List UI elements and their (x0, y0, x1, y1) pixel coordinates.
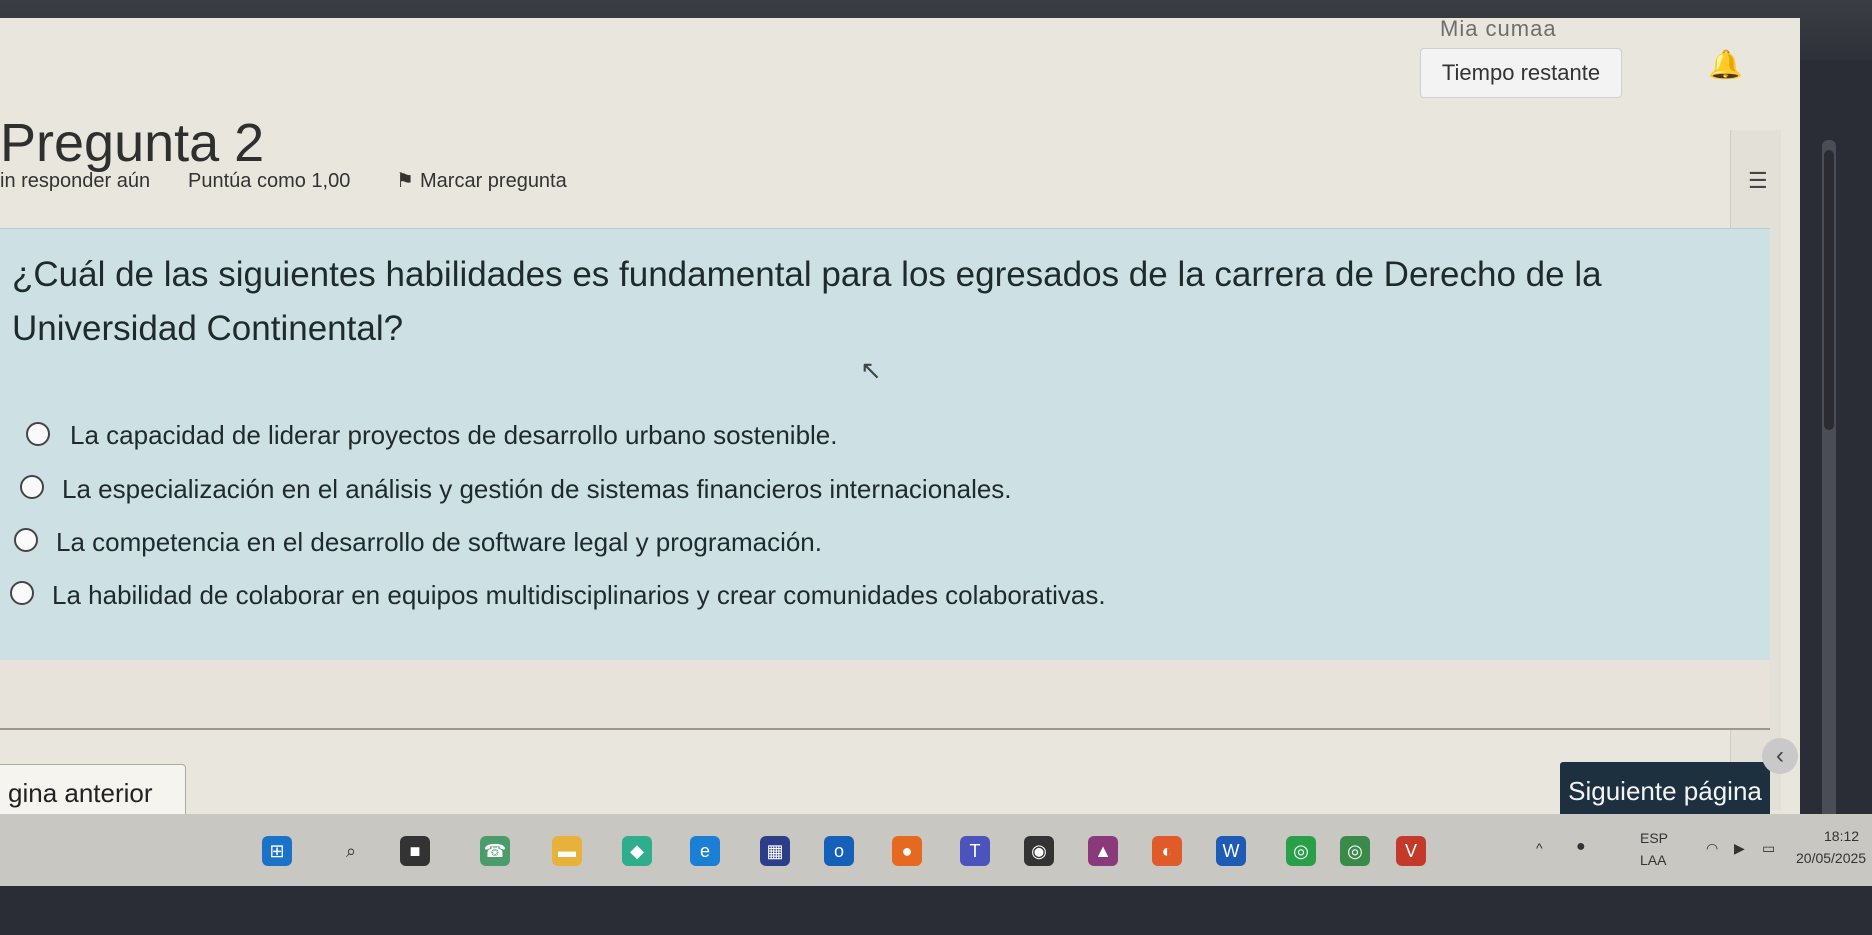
question-status: in responder aún (0, 170, 151, 192)
store-icon[interactable]: ▦ (760, 836, 790, 866)
search-icon[interactable]: ⌕ (336, 836, 366, 866)
clock-date[interactable]: 20/05/2025 (1796, 850, 1866, 866)
question-title: Pregunta 2 (0, 113, 265, 173)
app-icon-4[interactable]: V (1396, 836, 1426, 866)
volume-icon[interactable]: ▶ (1734, 840, 1745, 857)
flag-question-link[interactable]: Marcar pregunta (420, 170, 567, 193)
task-view-icon[interactable]: ■ (400, 836, 430, 866)
whatsapp-icon[interactable]: ☎ (480, 836, 510, 866)
clock-time[interactable]: 18:12 (1824, 828, 1859, 844)
scrollbar-thumb[interactable] (1824, 150, 1834, 430)
battery-icon[interactable]: ▭ (1762, 840, 1775, 857)
app-icon[interactable]: ◉ (1024, 836, 1054, 866)
option-radio-d[interactable] (10, 581, 34, 605)
flag-icon[interactable]: ⚑ (396, 168, 414, 193)
next-page-button[interactable]: Siguiente página (1560, 762, 1770, 820)
outlook-icon[interactable]: o (824, 836, 854, 866)
option-label-c[interactable]: La competencia en el desarrollo de softw… (56, 527, 822, 558)
chrome-icon-2[interactable]: ◎ (1340, 836, 1370, 866)
option-label-d[interactable]: La habilidad de colaborar en equipos mul… (52, 580, 1106, 611)
chrome-icon[interactable]: ◎ (1286, 836, 1316, 866)
option-radio-c[interactable] (14, 528, 38, 552)
network-app-icon[interactable]: ● (1576, 838, 1586, 856)
question-text: ¿Cuál de las siguientes habilidades es f… (12, 255, 1602, 348)
language-top[interactable]: ESP (1640, 830, 1668, 846)
chevron-left-icon[interactable]: ‹ (1762, 738, 1798, 774)
option-label-a[interactable]: La capacidad de liderar proyectos de des… (70, 420, 837, 451)
app-icon-3[interactable]: ◐ (1152, 836, 1182, 866)
option-radio-b[interactable] (20, 475, 44, 499)
windows-start-icon[interactable]: ⊞ (262, 836, 292, 866)
question-points: Puntúa como 1,00 (188, 170, 351, 192)
bell-icon[interactable]: 🔔 (1708, 48, 1743, 81)
block-drawer-icon[interactable]: ☰ (1748, 168, 1768, 194)
user-name: Mia cumaa (1440, 16, 1557, 41)
lower-area (0, 660, 1770, 730)
option-radio-a[interactable] (26, 422, 50, 446)
edge-icon[interactable]: e (690, 836, 720, 866)
chevron-up-icon[interactable]: ^ (1536, 840, 1543, 856)
option-label-b[interactable]: La especialización en el análisis y gest… (62, 474, 1012, 505)
previous-page-button[interactable]: gina anterior (0, 764, 186, 820)
wifi-icon[interactable]: ◠ (1706, 840, 1718, 857)
copilot-icon[interactable]: ◆ (622, 836, 652, 866)
monitor-bezel-bottom (0, 886, 1872, 935)
firefox-icon[interactable]: ● (892, 836, 922, 866)
timer-box: Tiempo restante (1420, 48, 1622, 98)
teams-icon[interactable]: T (960, 836, 990, 866)
divider (0, 728, 1770, 730)
mouse-cursor-icon: ↖ (860, 355, 882, 385)
word-icon[interactable]: W (1216, 836, 1246, 866)
file-explorer-icon[interactable]: ▬ (552, 836, 582, 866)
language-bottom[interactable]: LAA (1640, 852, 1666, 868)
app-icon-2[interactable]: ▲ (1088, 836, 1118, 866)
